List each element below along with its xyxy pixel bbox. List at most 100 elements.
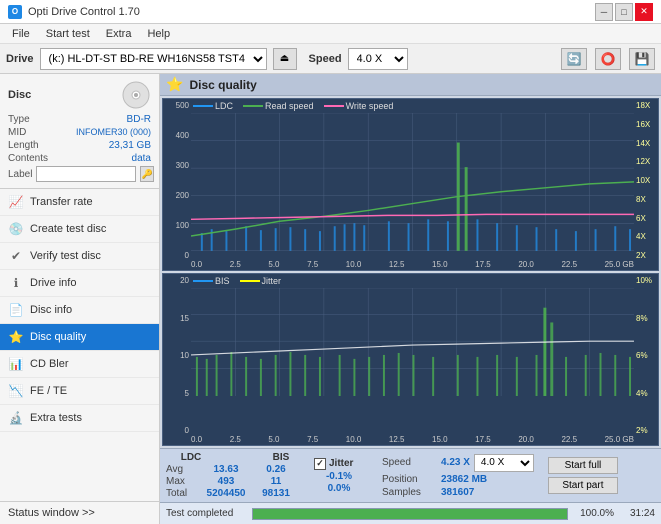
- speed-info: Speed 4.23 X 4.0 X 8.0 X Position 23862 …: [382, 454, 534, 498]
- samples-row: Samples 381607: [382, 487, 534, 498]
- sidebar-item-drive-info[interactable]: ℹ Drive info: [0, 270, 159, 297]
- maximize-button[interactable]: □: [615, 3, 633, 21]
- ldc-x-axis: 0.0 2.5 5.0 7.5 10.0 12.5 15.0 17.5 20.0…: [191, 260, 634, 270]
- avg-label: Avg: [166, 464, 201, 475]
- legend-bis: BIS: [193, 276, 230, 286]
- eject-button[interactable]: ⏏: [273, 48, 297, 70]
- app-icon: O: [8, 5, 22, 19]
- speed-select[interactable]: 4.0 X 8.0 X 2.0 X 1.0 X: [348, 48, 408, 70]
- label-input[interactable]: [36, 166, 136, 182]
- drive-label: Drive: [6, 53, 34, 65]
- sidebar-item-fe-te[interactable]: 📉 FE / TE: [0, 378, 159, 405]
- refresh-button[interactable]: 🔄: [561, 48, 587, 70]
- legend-ldc-label: LDC: [215, 101, 233, 111]
- save-button[interactable]: 💾: [629, 48, 655, 70]
- legend-bis-label: BIS: [215, 276, 230, 286]
- app-title: Opti Drive Control 1.70: [28, 6, 140, 18]
- disc-label-row: Label 🔑: [8, 166, 151, 182]
- titlebar-left: O Opti Drive Control 1.70: [8, 5, 140, 19]
- bis-y-axis-right: 10% 8% 6% 4% 2%: [634, 274, 658, 445]
- bis-chart-svg: [191, 288, 634, 396]
- legend-ldc: LDC: [193, 101, 233, 111]
- transfer-rate-icon: 📈: [8, 194, 24, 210]
- start-part-button[interactable]: Start part: [548, 477, 618, 494]
- disc-button[interactable]: ⭕: [595, 48, 621, 70]
- avg-bis-value: 0.26: [251, 464, 301, 475]
- sidebar-item-transfer-rate[interactable]: 📈 Transfer rate: [0, 189, 159, 216]
- samples-val: 381607: [441, 487, 474, 498]
- ldc-y-axis-left: 500 400 300 200 100 0: [163, 99, 191, 270]
- bis-chart: BIS Jitter 20 15 10 5 0 10%: [162, 273, 659, 446]
- sidebar-item-create-test-disc[interactable]: 💿 Create test disc: [0, 216, 159, 243]
- charts-area: LDC Read speed Write speed 500 400 300: [160, 96, 661, 448]
- create-test-disc-icon: 💿: [8, 221, 24, 237]
- y-label-0: 0: [165, 251, 189, 260]
- fe-te-label: FE / TE: [30, 385, 67, 397]
- mid-label: MID: [8, 127, 26, 138]
- ldc-bis-stats: LDC BIS Avg 13.63 0.26 Max 493 11 Total …: [166, 452, 306, 499]
- ldc-y-axis-right: 18X 16X 14X 12X 10X 8X 6X 4X 2X: [634, 99, 658, 270]
- cd-bler-icon: 📊: [8, 356, 24, 372]
- disc-quality-title: Disc quality: [189, 78, 256, 92]
- extra-tests-label: Extra tests: [30, 412, 82, 424]
- drive-info-label: Drive info: [30, 277, 76, 289]
- jitter-avg-value: -0.1%: [314, 471, 364, 482]
- fe-te-icon: 📉: [8, 383, 24, 399]
- jitter-color: [240, 280, 260, 282]
- speed-label: Speed: [309, 53, 342, 65]
- disc-section-title: Disc: [8, 89, 31, 101]
- cd-bler-label: CD Bler: [30, 358, 69, 370]
- menu-extra[interactable]: Extra: [98, 26, 140, 42]
- ldc-color: [193, 105, 213, 107]
- total-bis-value: 98131: [251, 488, 301, 499]
- length-label: Length: [8, 140, 39, 151]
- progress-percent: 100.0%: [574, 508, 614, 519]
- avg-ldc-value: 13.63: [201, 464, 251, 475]
- contents-label: Contents: [8, 153, 48, 164]
- close-button[interactable]: ✕: [635, 3, 653, 21]
- sidebar-item-cd-bler[interactable]: 📊 CD Bler: [0, 351, 159, 378]
- sidebar-item-disc-quality[interactable]: ⭐ Disc quality: [0, 324, 159, 351]
- sidebar: Disc Type BD-R MID INFOMER30 (000) Leng: [0, 74, 160, 524]
- type-value: BD-R: [127, 114, 151, 125]
- menu-help[interactable]: Help: [139, 26, 178, 42]
- drive-select[interactable]: (k:) HL-DT-ST BD-RE WH16NS58 TST4: [40, 48, 267, 70]
- bis-x-axis: 0.0 2.5 5.0 7.5 10.0 12.5 15.0 17.5 20.0…: [191, 435, 634, 445]
- length-value: 23,31 GB: [109, 140, 151, 151]
- disc-info-label: Disc info: [30, 304, 72, 316]
- status-window-button[interactable]: Status window >>: [0, 501, 159, 524]
- sidebar-item-extra-tests[interactable]: 🔬 Extra tests: [0, 405, 159, 432]
- jitter-checkbox-row: ✓ Jitter: [314, 458, 364, 470]
- menubar: File Start test Extra Help: [0, 24, 661, 44]
- total-ldc-value: 5204450: [201, 488, 251, 499]
- progress-time: 31:24: [620, 508, 655, 519]
- total-label: Total: [166, 488, 201, 499]
- disc-info-icon: 📄: [8, 302, 24, 318]
- label-button[interactable]: 🔑: [140, 166, 153, 182]
- disc-mid-row: MID INFOMER30 (000): [8, 127, 151, 138]
- legend-jitter-label: Jitter: [262, 276, 282, 286]
- minimize-button[interactable]: ─: [595, 3, 613, 21]
- avg-row: Avg 13.63 0.26: [166, 464, 306, 475]
- menu-start-test[interactable]: Start test: [38, 26, 98, 42]
- drive-info-icon: ℹ: [8, 275, 24, 291]
- sidebar-item-disc-info[interactable]: 📄 Disc info: [0, 297, 159, 324]
- disc-quality-header: ⭐ Disc quality: [160, 74, 661, 96]
- content-area: ⭐ Disc quality LDC Read speed: [160, 74, 661, 524]
- bis-header: BIS: [256, 452, 306, 463]
- legend-read-speed-label: Read speed: [265, 101, 314, 111]
- max-label: Max: [166, 476, 201, 487]
- ldc-chart: LDC Read speed Write speed 500 400 300: [162, 98, 659, 271]
- action-buttons: Start full Start part: [548, 457, 618, 494]
- ldc-chart-svg: [191, 113, 634, 251]
- drivebar: Drive (k:) HL-DT-ST BD-RE WH16NS58 TST4 …: [0, 44, 661, 74]
- speed-select-stats[interactable]: 4.0 X 8.0 X: [474, 454, 534, 472]
- sidebar-item-verify-test-disc[interactable]: ✔ Verify test disc: [0, 243, 159, 270]
- disc-panel: Disc Type BD-R MID INFOMER30 (000) Leng: [0, 74, 159, 189]
- menu-file[interactable]: File: [4, 26, 38, 42]
- create-test-disc-label: Create test disc: [30, 223, 106, 235]
- legend-read-speed: Read speed: [243, 101, 314, 111]
- window-controls: ─ □ ✕: [595, 3, 653, 21]
- start-full-button[interactable]: Start full: [548, 457, 618, 474]
- jitter-checkbox[interactable]: ✓: [314, 458, 326, 470]
